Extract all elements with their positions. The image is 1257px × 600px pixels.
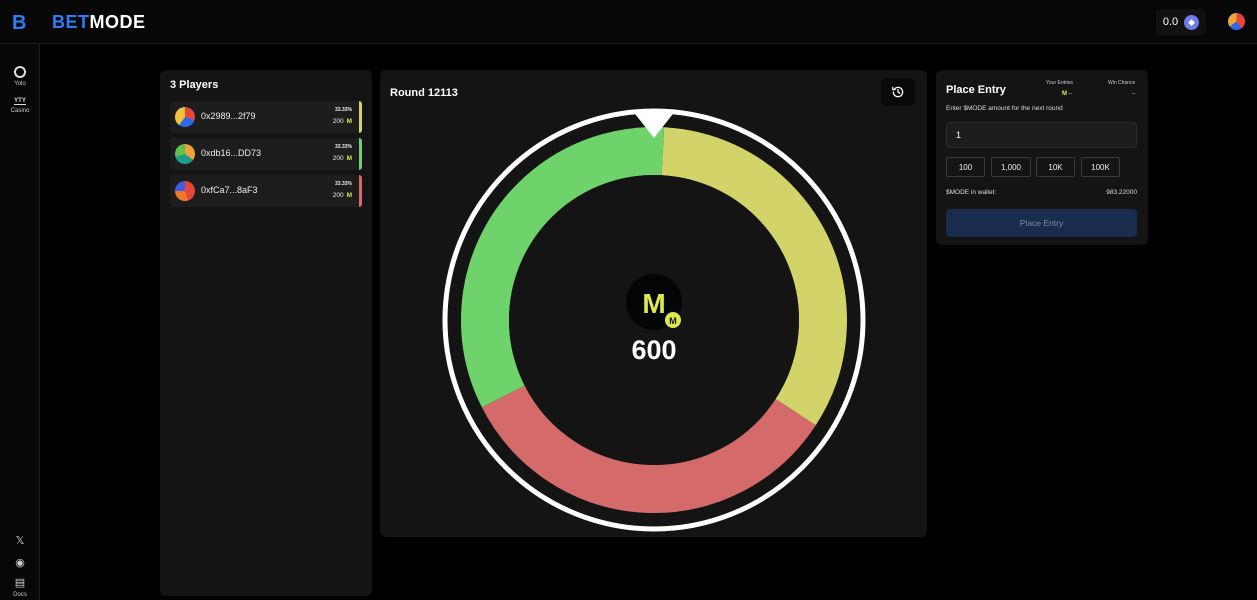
player-row[interactable]: 0xdb16...DD73 33.33% 200 M xyxy=(170,138,362,170)
your-entries-amount: – xyxy=(1068,91,1073,97)
entry-hint: Enter $MODE amount for the next round xyxy=(946,105,1063,112)
player-amount: 200 M xyxy=(333,155,352,162)
place-entry-panel: Place Entry Your Entries M – Win Chance … xyxy=(936,70,1148,245)
entry-title: Place Entry xyxy=(946,84,1006,96)
place-entry-button[interactable]: Place Entry xyxy=(946,209,1137,237)
player-avatar xyxy=(175,107,195,127)
user-avatar[interactable] xyxy=(1228,13,1245,30)
your-entries-label: Your Entries xyxy=(1046,80,1074,86)
player-amount: 200 M xyxy=(333,118,352,125)
player-row[interactable]: 0x2989...2f79 33.33% 200 M xyxy=(170,101,362,133)
wallet-label: $MODE in wallet: xyxy=(946,189,997,196)
your-entries-value: M – xyxy=(1062,91,1072,97)
discord-icon[interactable]: ◉ xyxy=(0,556,40,569)
win-chance-value: – xyxy=(1132,91,1136,97)
nav-item-yolo[interactable]: Yolo xyxy=(0,66,40,87)
player-avatar xyxy=(175,144,195,164)
pot-total: 600 xyxy=(631,335,676,365)
quick-amount-10k-button[interactable]: 10K xyxy=(1036,157,1075,177)
mode-token-icon: M xyxy=(346,155,352,162)
eth-icon: ◆ xyxy=(1184,14,1200,30)
quick-amount-100-button[interactable]: 100 xyxy=(946,157,985,177)
nav-item-label: Casino xyxy=(10,108,30,114)
nav-item-casino[interactable]: YTY Casino xyxy=(0,98,40,114)
player-address: 0x2989...2f79 xyxy=(201,111,256,121)
player-avatar xyxy=(175,181,195,201)
player-percent: 33.33% xyxy=(335,144,352,150)
player-address: 0xdb16...DD73 xyxy=(201,148,262,158)
mode-token-icon: M xyxy=(346,192,352,199)
top-bar: B BETMODE 0.0 ◆ xyxy=(0,0,1257,44)
player-address: 0xfCa7...8aF3 xyxy=(201,185,258,195)
player-color-bar xyxy=(359,101,362,133)
players-title: 3 Players xyxy=(170,79,219,91)
quick-amount-100k-button[interactable]: 100K xyxy=(1081,157,1120,177)
brand-name-part2: MODE xyxy=(89,12,146,32)
casino-icon: YTY xyxy=(14,98,26,105)
player-color-bar xyxy=(359,175,362,207)
brand-name-part1: BET xyxy=(52,12,90,32)
quick-amount-1000-button[interactable]: 1,000 xyxy=(991,157,1031,177)
token-symbol: M xyxy=(642,288,665,319)
player-percent: 33.33% xyxy=(335,107,352,113)
round-panel: Round 12113 M M 600 xyxy=(380,70,927,537)
player-amount-value: 200 xyxy=(332,192,344,199)
balance-value: 0.0 xyxy=(1162,16,1179,28)
player-row[interactable]: 0xfCa7...8aF3 33.33% 200 M xyxy=(170,175,362,207)
player-amount: 200 M xyxy=(333,192,352,199)
docs-label[interactable]: Docs xyxy=(0,592,40,598)
docs-icon[interactable]: ▤ xyxy=(0,576,40,589)
wallet-value: 983.22000 xyxy=(1106,189,1137,196)
brand-logo-icon[interactable]: B xyxy=(12,12,26,35)
brand-name[interactable]: BETMODE xyxy=(52,12,146,33)
pot-wheel: M M 600 xyxy=(442,108,866,532)
player-color-bar xyxy=(359,138,362,170)
win-chance-label: Win Chance xyxy=(1108,80,1136,86)
mode-token-icon: M xyxy=(346,118,352,125)
left-nav: Yolo YTY Casino 𝕏 ◉ ▤ Docs xyxy=(0,44,40,600)
token-badge-letter: M xyxy=(669,316,677,326)
player-amount-value: 200 xyxy=(332,118,344,125)
players-panel: 3 Players 0x2989...2f79 33.33% 200 M 0xdb… xyxy=(160,70,372,596)
player-percent: 33.33% xyxy=(335,181,352,187)
amount-input[interactable] xyxy=(946,122,1137,148)
wallet-balance[interactable]: 0.0 ◆ xyxy=(1156,9,1206,35)
nav-item-label: Yolo xyxy=(14,81,26,87)
mode-token-icon: M xyxy=(1062,91,1067,97)
x-icon[interactable]: 𝕏 xyxy=(0,534,40,547)
yolo-icon xyxy=(14,66,26,78)
player-amount-value: 200 xyxy=(332,155,344,162)
